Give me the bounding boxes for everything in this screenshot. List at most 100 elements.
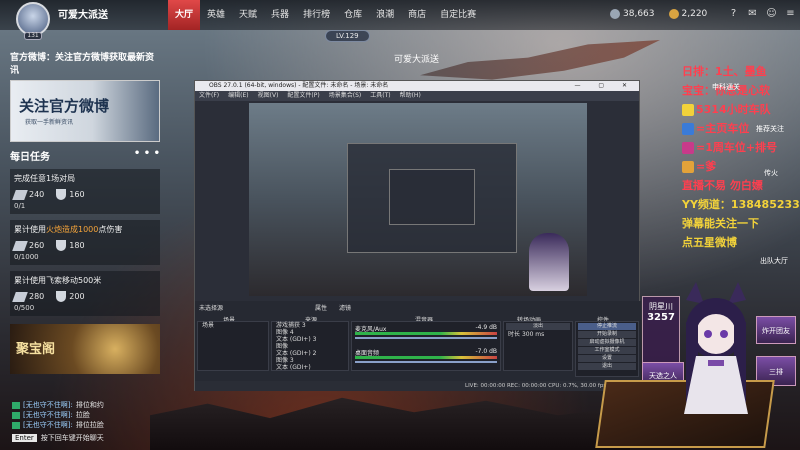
properties-button[interactable]: 属性	[315, 303, 327, 312]
more-icon[interactable]: • • •	[134, 148, 160, 163]
task-item[interactable]: 累计使用飞索移动500米 280 200 0/500	[10, 271, 160, 316]
player-level-badge: 131	[24, 32, 42, 40]
chat-line: [无也守不住啊]: 拉脸	[12, 410, 104, 420]
weibo-banner-heading: 关注官方微博	[19, 97, 110, 115]
stop-streaming-button[interactable]: 停止推流	[578, 323, 636, 330]
silver-currency[interactable]: 38,663	[610, 9, 655, 19]
nav-waves[interactable]: 浪潮	[369, 0, 401, 30]
menu-scene-collection[interactable]: 场景集合(S)	[329, 91, 362, 101]
source-item[interactable]: 文本 (GDI+) 3	[272, 336, 348, 343]
level-pill: LV.129	[325, 30, 370, 42]
source-item[interactable]: 文本 (GDI+)	[272, 364, 348, 371]
menu-icon[interactable]: ≡	[785, 8, 796, 19]
nav-lobby[interactable]: 大厅	[168, 0, 201, 30]
mixer-track-db: -7.0 dB	[475, 348, 497, 355]
preview-status: 未选择源	[199, 305, 224, 312]
duration-input[interactable]: 300 ms	[522, 331, 544, 338]
mixer-track: 麦克风/Aux -4.9 dB	[355, 324, 497, 342]
overlay-line: 日排：1土、墨鱼	[682, 65, 767, 78]
player-avatar[interactable]	[16, 2, 50, 36]
volume-slider[interactable]	[355, 361, 497, 363]
task-item[interactable]: 累计使用火炮造成1000点伤害 260 180 0/1000	[10, 220, 160, 265]
obs-status-bar: LIVE: 00:00:00 REC: 00:00:00 CPU: 0.7%, …	[195, 381, 641, 391]
duration-row: 时长 300 ms	[508, 331, 545, 338]
chat-input-hint[interactable]: Enter 按下回车键开始聊天	[12, 433, 104, 443]
shield-icon	[56, 240, 67, 251]
weibo-banner-subtext: 获取一手新鲜资讯	[25, 119, 74, 126]
chat-line: [无也守不住啊]: 排位拉脸	[12, 420, 104, 430]
obs-preview-canvas[interactable]	[249, 103, 587, 296]
source-item[interactable]: 图像 3	[272, 357, 348, 364]
nav-storage[interactable]: 仓库	[337, 0, 369, 30]
weibo-title: 官方微博：关注官方微博获取最新资讯	[10, 53, 155, 76]
window-controls[interactable]: — ▢ ✕	[574, 81, 635, 91]
enter-key: Enter	[12, 434, 37, 442]
source-item[interactable]: 图像 4	[272, 329, 348, 336]
overlay-line: 直播不易 勿白嫖	[682, 179, 763, 192]
xp-icon	[12, 189, 28, 200]
gold-currency[interactable]: 2,220	[668, 9, 707, 19]
nav-leaderboard[interactable]: 排行榜	[296, 0, 337, 30]
mascot-thumbnail	[529, 233, 569, 291]
scenes-panel: 场景	[197, 321, 269, 371]
chat-hint-text: 按下回车键开始聊天	[40, 434, 104, 442]
center-player-name: 可爱大派送	[394, 55, 440, 65]
obs-dock: 未选择源 属性 滤镜 场景 场景 来源 游戏捕获 3 图像 4 文本 (GDI+…	[195, 301, 641, 381]
start-recording-button[interactable]: 开始录制	[578, 331, 636, 338]
nav-shop[interactable]: 商店	[401, 0, 433, 30]
audio-meter	[355, 332, 497, 335]
virtual-camera-button[interactable]: 启动虚拟摄像机	[578, 339, 636, 346]
task-progress: 0/1	[14, 202, 26, 210]
menu-help[interactable]: 帮助(H)	[400, 91, 421, 101]
side-label[interactable]: 出队大厅	[760, 256, 788, 266]
catgirl-mascot-icon	[684, 282, 748, 414]
task-rewards: 240 160	[12, 189, 156, 200]
overlay-line: YY频道：1384852337	[682, 198, 800, 211]
scene-item[interactable]: 场景	[198, 322, 268, 329]
shield-icon	[56, 291, 67, 302]
silver-coin-icon	[610, 9, 620, 19]
mascot-character	[668, 282, 764, 422]
nav-heroes[interactable]: 英雄	[200, 0, 232, 30]
side-label[interactable]: 推荐关注	[756, 124, 784, 134]
menu-tools[interactable]: 工具(T)	[370, 91, 390, 101]
task-name: 累计使用飞索移动500米	[14, 276, 102, 285]
nested-preview-inner	[389, 169, 475, 225]
menu-profile[interactable]: 配置文件(P)	[287, 91, 319, 101]
left-panel: 官方微博：关注官方微博获取最新资讯 关注官方微博 获取一手新鲜资讯 每日任务 •…	[10, 50, 160, 374]
audio-meter	[355, 356, 497, 359]
controls-panel: 停止推流 开始录制 启动虚拟摄像机 工作室模式 设置 退出	[575, 321, 639, 377]
chat-line: [无也守不住啊]: 排位和约	[12, 400, 104, 410]
studio-mode-button[interactable]: 工作室模式	[578, 347, 636, 354]
task-progress: 0/500	[14, 304, 35, 312]
menu-edit[interactable]: 编辑(E)	[228, 91, 248, 101]
nav-weapons[interactable]: 兵器	[264, 0, 296, 30]
exit-button[interactable]: 退出	[578, 363, 636, 370]
nav-custom-match[interactable]: 自定比赛	[433, 0, 483, 30]
overlay-line: 5314小时车队	[682, 100, 794, 119]
filters-button[interactable]: 滤镜	[339, 303, 351, 312]
menu-file[interactable]: 文件(F)	[199, 91, 219, 101]
source-item[interactable]: 游戏捕获 3	[272, 322, 348, 329]
source-item[interactable]: 图像	[272, 343, 348, 350]
main-nav: 大厅 英雄 天赋 兵器 排行榜 仓库 浪潮 商店 自定比赛	[168, 0, 483, 30]
transition-select[interactable]: 淡出	[506, 323, 570, 330]
help-icon[interactable]: ?	[728, 8, 739, 19]
treasure-pavilion-banner[interactable]: 聚宝阁	[10, 324, 160, 374]
side-label[interactable]: 传火	[764, 168, 778, 178]
chat-log: [无也守不住啊]: 排位和约 [无也守不住啊]: 拉脸 [无也守不住啊]: 排位拉脸	[12, 400, 104, 430]
menu-view[interactable]: 视图(V)	[258, 91, 279, 101]
friends-icon[interactable]: ☺	[766, 8, 777, 19]
settings-button[interactable]: 设置	[578, 355, 636, 362]
weibo-banner[interactable]: 关注官方微博 获取一手新鲜资讯	[10, 80, 160, 142]
task-rewards: 260 180	[12, 240, 156, 251]
volume-slider[interactable]	[355, 337, 497, 339]
side-label[interactable]: 申科通关	[712, 82, 740, 92]
source-item[interactable]: 文本 (GDI+) 2	[272, 350, 348, 357]
nav-talents[interactable]: 天赋	[232, 0, 264, 30]
task-item[interactable]: 完成任意1场对局 240 160 0/1	[10, 169, 160, 214]
badge-icon	[682, 142, 694, 154]
mail-icon[interactable]: ✉	[747, 8, 758, 19]
car-icon	[682, 104, 694, 116]
task-rewards: 280 200	[12, 291, 156, 302]
